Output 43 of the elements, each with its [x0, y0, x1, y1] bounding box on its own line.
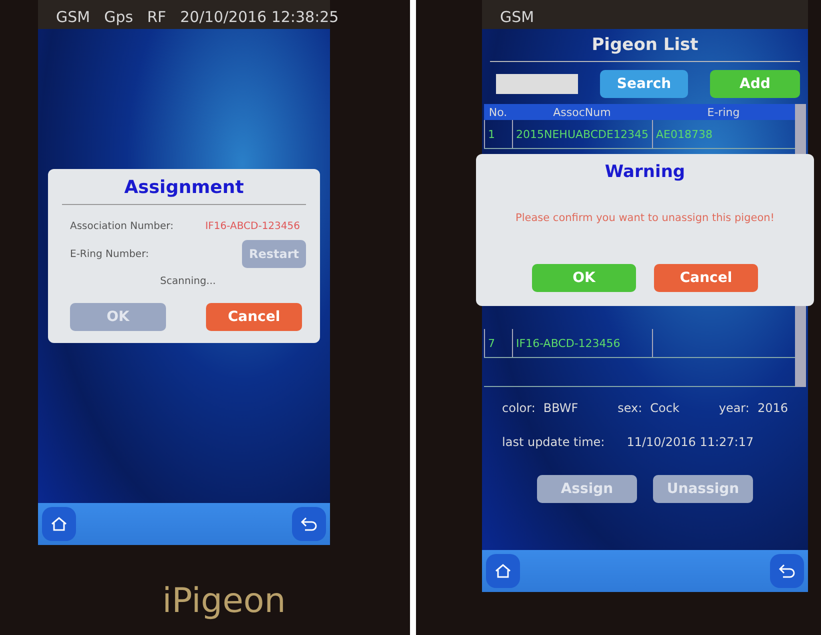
- status-text: GSM: [500, 8, 534, 26]
- warning-message: Please confirm you want to unassign this pigeon!: [514, 211, 776, 226]
- back-button[interactable]: [292, 507, 326, 541]
- detail-label: color:: [502, 401, 536, 415]
- back-icon: [300, 516, 318, 532]
- detail-value: 11/10/2016 11:27:17: [626, 435, 754, 449]
- table-cell: 1: [484, 120, 512, 148]
- back-button[interactable]: [770, 554, 804, 588]
- field-label: Association Number:: [70, 221, 174, 232]
- back-icon: [778, 563, 796, 579]
- home-button[interactable]: [486, 554, 520, 588]
- column-header: E-ring: [706, 106, 741, 118]
- dialog-title: Warning: [604, 162, 686, 182]
- field-value: IF16-ABCD-123456: [205, 221, 300, 232]
- page-title: Pigeon List: [490, 29, 800, 62]
- cancel-button[interactable]: Cancel: [206, 303, 302, 331]
- detail-value: Cock: [650, 401, 680, 415]
- field-label: E-Ring Number:: [70, 248, 149, 260]
- detail-label: sex:: [618, 401, 642, 415]
- status-text: 20/10/2016 12:38:25: [180, 8, 339, 26]
- status-text: Gps: [104, 8, 134, 26]
- home-icon: [50, 516, 68, 532]
- status-text: RF: [147, 8, 166, 26]
- column-header: AssocNum: [552, 106, 612, 118]
- table-cell: 2015NEHUABCDE12345: [512, 120, 652, 148]
- detail-value: 2016: [757, 401, 788, 415]
- cancel-button[interactable]: Cancel: [654, 264, 758, 292]
- home-icon: [494, 563, 512, 579]
- brand-logo-text: iPigeon: [161, 581, 287, 621]
- detail-label: year:: [718, 401, 750, 415]
- table-cell: IF16-ABCD-123456: [512, 329, 652, 357]
- home-button[interactable]: [42, 507, 76, 541]
- status-text: GSM: [56, 8, 90, 26]
- add-button[interactable]: Add: [710, 70, 800, 98]
- ok-button[interactable]: OK: [532, 264, 636, 292]
- column-header: No.: [488, 106, 508, 118]
- scanning-status: Scanning...: [159, 276, 217, 287]
- detail-label: last update time:: [502, 435, 605, 449]
- search-button[interactable]: Search: [600, 70, 688, 98]
- search-field[interactable]: [496, 74, 578, 94]
- detail-value: BBWF: [543, 401, 578, 415]
- table-cell: 7: [484, 329, 512, 357]
- dialog-title: Assignment: [62, 177, 306, 205]
